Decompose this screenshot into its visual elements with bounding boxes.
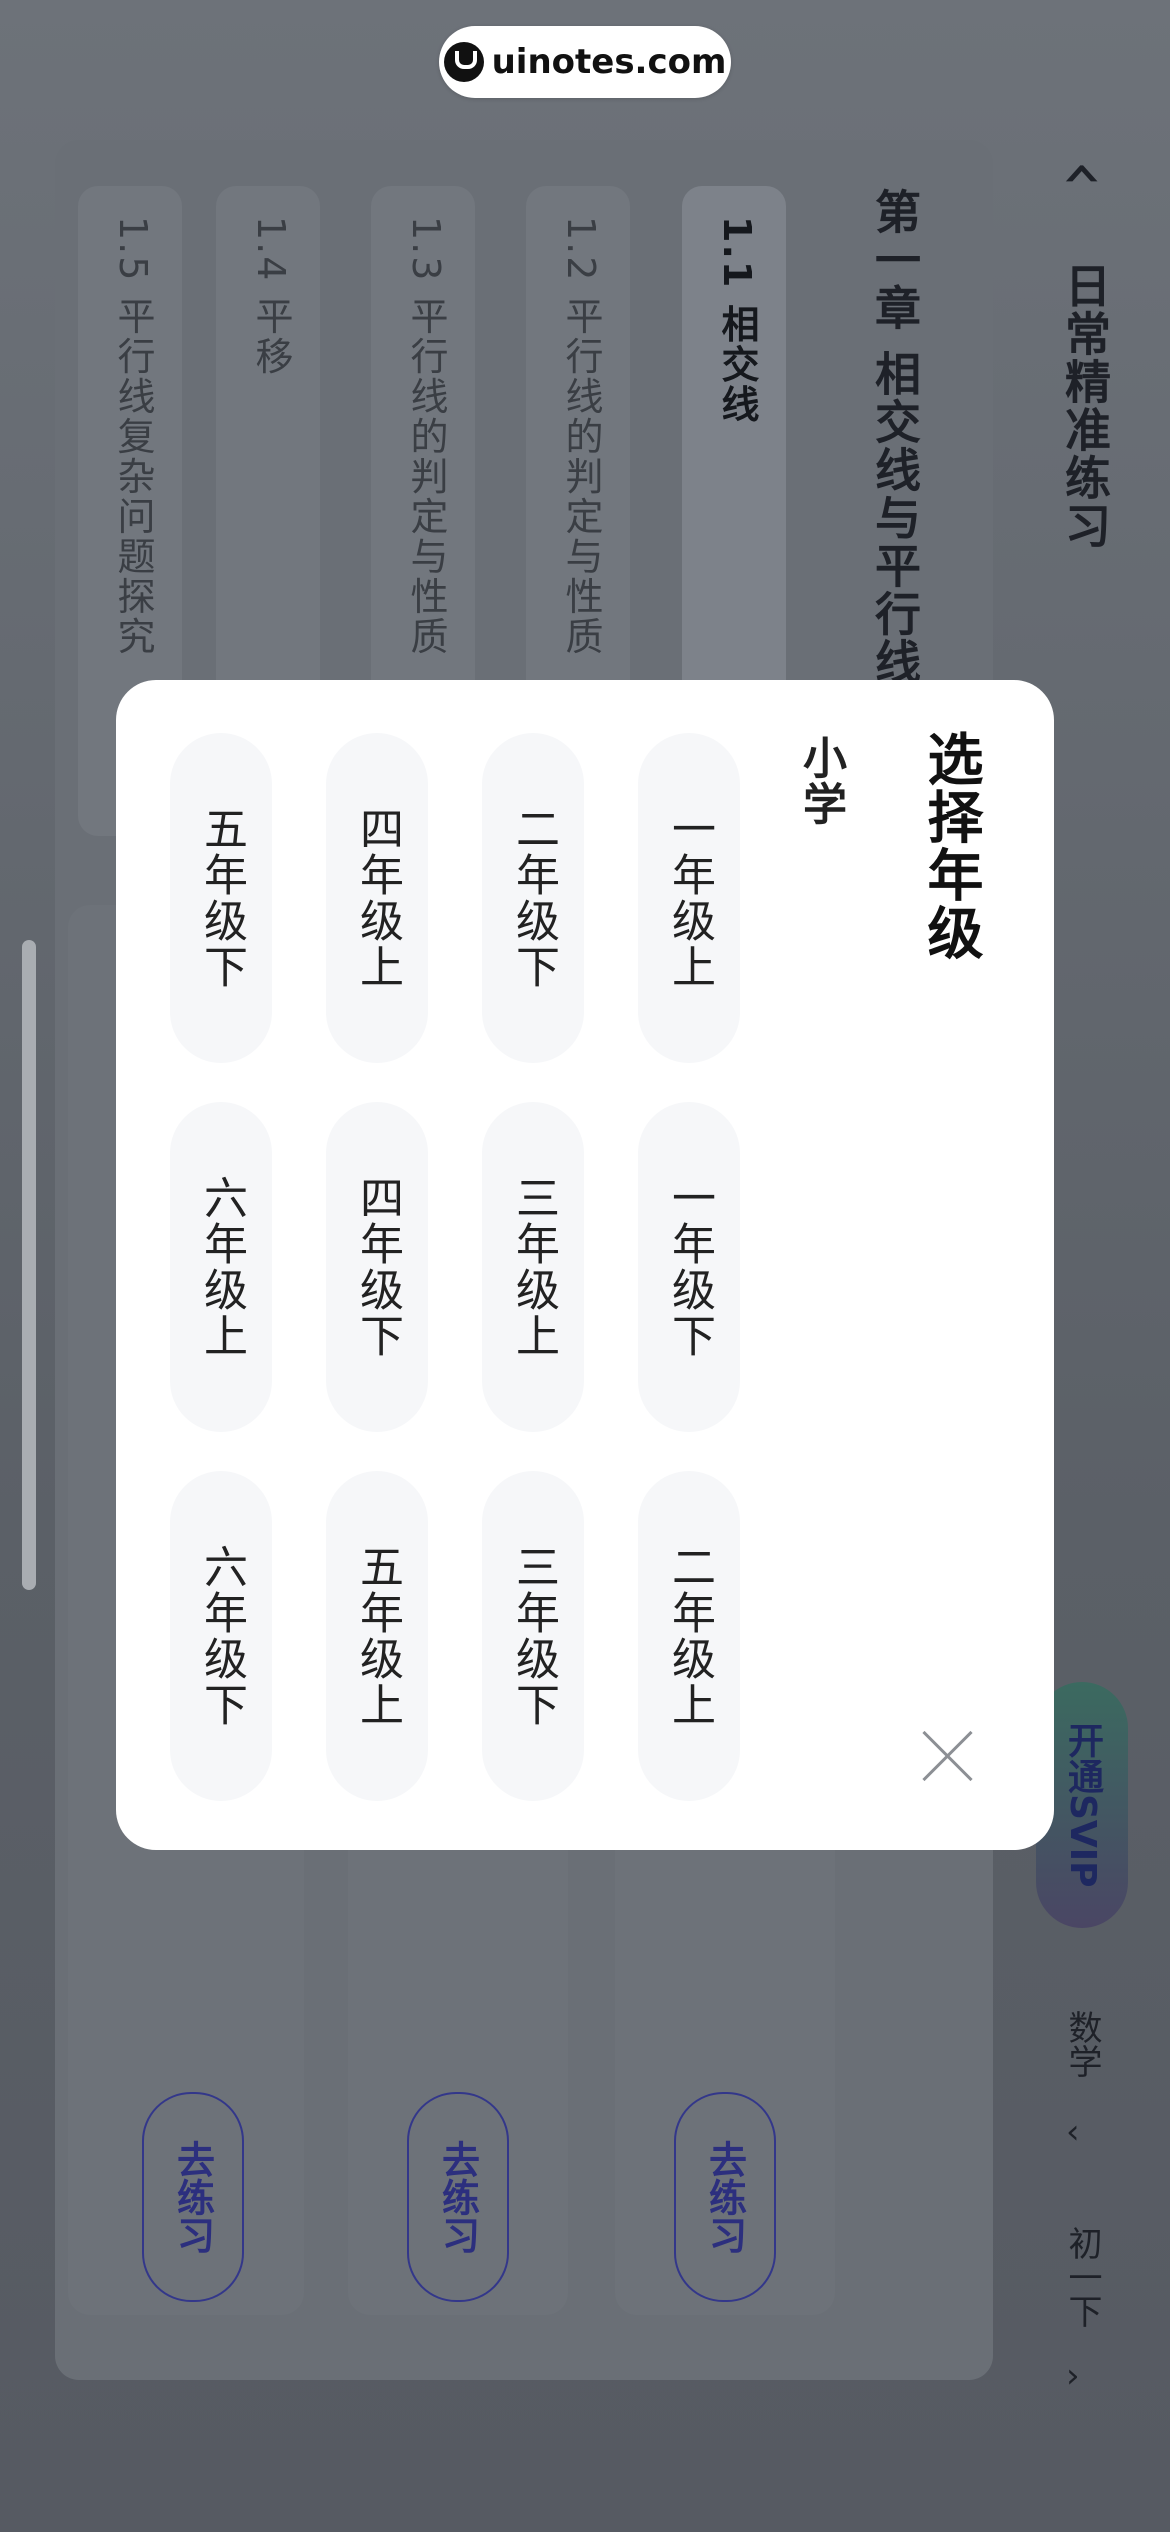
page-title: 日常精准练习 bbox=[1058, 262, 1112, 550]
watermark-text: uinotes.com bbox=[491, 42, 727, 82]
svip-label: 开通SVIP bbox=[1062, 1722, 1103, 1888]
grade-option-label: 一年级下 bbox=[664, 1175, 715, 1359]
go-practice-button[interactable]: 去练习 bbox=[674, 2092, 776, 2302]
grade-option[interactable]: 三年级下 bbox=[482, 1471, 584, 1801]
grade-option[interactable]: 二年级下 bbox=[482, 733, 584, 1063]
close-icon[interactable] bbox=[922, 1730, 974, 1782]
grade-option-label: 六年级下 bbox=[196, 1544, 247, 1728]
lesson-label: 1.2 平行线的判定与性质 bbox=[559, 216, 603, 657]
go-practice-label: 去练习 bbox=[170, 2140, 215, 2254]
subject-selector[interactable]: 数学 bbox=[1058, 2010, 1107, 2078]
grade-option[interactable]: 三年级上 bbox=[482, 1102, 584, 1432]
grade-option-label: 一年级上 bbox=[664, 806, 715, 990]
grade-option[interactable]: 一年级下 bbox=[638, 1102, 740, 1432]
go-practice-label: 去练习 bbox=[435, 2140, 480, 2254]
grade-option-label: 四年级下 bbox=[352, 1175, 403, 1359]
grade-selector[interactable]: 初一下 bbox=[1058, 2226, 1107, 2328]
go-practice-button[interactable]: 去练习 bbox=[407, 2092, 509, 2302]
scrollbar[interactable] bbox=[22, 940, 36, 1590]
section-label: 小学 bbox=[795, 735, 846, 827]
lesson-label: 1.5 平行线复杂问题探究 bbox=[111, 216, 155, 657]
uinotes-logo-icon bbox=[443, 42, 484, 82]
lesson-label: 1.4 平移 bbox=[249, 216, 293, 377]
grade-option-label: 三年级上 bbox=[508, 1175, 559, 1359]
go-practice-button[interactable]: 去练习 bbox=[142, 2092, 244, 2302]
grade-option-label: 二年级下 bbox=[508, 806, 559, 990]
grade-option[interactable]: 四年级上 bbox=[326, 733, 428, 1063]
grade-option[interactable]: 六年级上 bbox=[170, 1102, 272, 1432]
watermark: uinotes.com bbox=[439, 26, 731, 98]
chapter-title: 第一章 相交线与平行线 bbox=[868, 188, 922, 687]
grade-option-label: 二年级上 bbox=[664, 1544, 715, 1728]
grade-option[interactable]: 二年级上 bbox=[638, 1471, 740, 1801]
lesson-label: 1.1 相交线 bbox=[715, 216, 759, 425]
grade-option-label: 五年级上 bbox=[352, 1544, 403, 1728]
grade-option[interactable]: 五年级下 bbox=[170, 733, 272, 1063]
go-practice-label: 去练习 bbox=[702, 2140, 747, 2254]
chevron-down-icon[interactable]: ‹ bbox=[1066, 2112, 1080, 2152]
chevron-right-icon[interactable]: › bbox=[1066, 2356, 1080, 2396]
grade-option-label: 三年级下 bbox=[508, 1544, 559, 1728]
lesson-label: 1.3 平行线的判定与性质 bbox=[404, 216, 448, 657]
back-icon[interactable]: ‹ bbox=[1044, 160, 1126, 188]
modal-title: 选择年级 bbox=[918, 730, 983, 962]
grade-option[interactable]: 一年级上 bbox=[638, 733, 740, 1063]
grade-option[interactable]: 四年级下 bbox=[326, 1102, 428, 1432]
grade-option-label: 六年级上 bbox=[196, 1175, 247, 1359]
grade-option-label: 五年级下 bbox=[196, 806, 247, 990]
grade-option-label: 四年级上 bbox=[352, 806, 403, 990]
grade-option[interactable]: 六年级下 bbox=[170, 1471, 272, 1801]
grade-option[interactable]: 五年级上 bbox=[326, 1471, 428, 1801]
